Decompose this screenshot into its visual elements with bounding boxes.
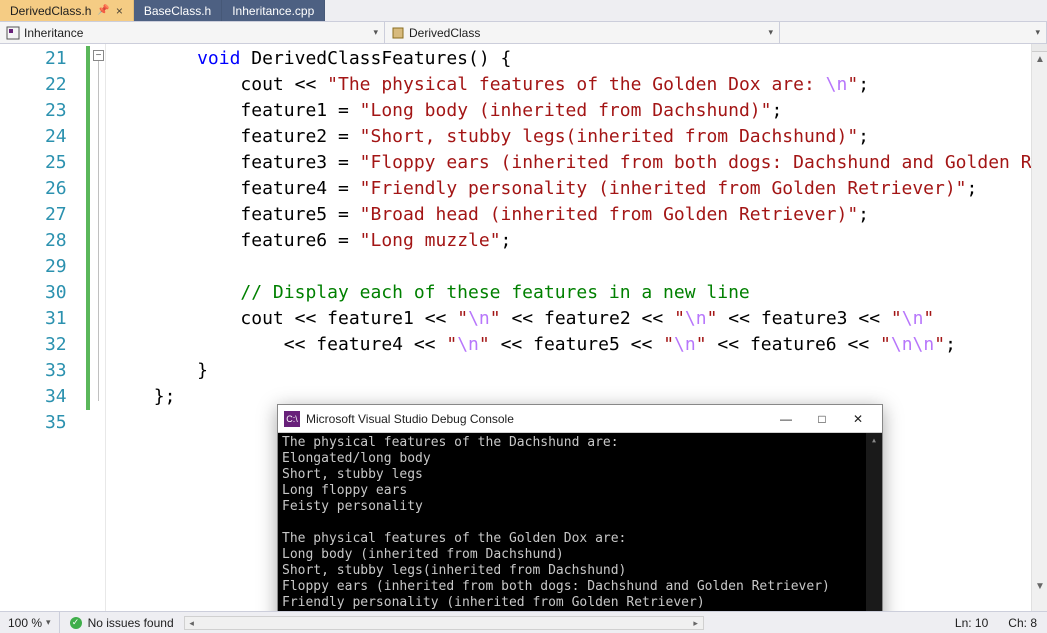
line-number: 25	[0, 150, 85, 176]
console-app-icon: C:\	[284, 411, 300, 427]
code-line[interactable]: feature2 = "Short, stubby legs(inherited…	[106, 124, 1047, 150]
maximize-button[interactable]: □	[804, 408, 840, 430]
change-marker	[86, 176, 90, 202]
line-number: 33	[0, 358, 85, 384]
outlining-guide	[98, 61, 99, 401]
tab-label: Inheritance.cpp	[232, 4, 314, 18]
scroll-left-icon[interactable]: ◂	[185, 617, 199, 629]
chevron-down-icon: ▾	[768, 27, 773, 38]
issues-indicator[interactable]: ✓ No issues found	[60, 616, 184, 630]
code-editor[interactable]: 212223242526272829303132333435 − void De…	[0, 44, 1047, 611]
code-line[interactable]: feature1 = "Long body (inherited from Da…	[106, 98, 1047, 124]
change-marker	[86, 410, 90, 436]
member-scope-dropdown[interactable]: ▾	[780, 22, 1047, 43]
change-marker	[86, 384, 90, 410]
code-line[interactable]: feature6 = "Long muzzle";	[106, 228, 1047, 254]
zoom-value: 100 %	[8, 616, 42, 630]
line-number: 22	[0, 72, 85, 98]
project-scope-dropdown[interactable]: Inheritance ▾	[0, 22, 385, 43]
close-button[interactable]: ✕	[840, 408, 876, 430]
line-number: 32	[0, 332, 85, 358]
change-marker	[86, 332, 90, 358]
console-text: The physical features of the Dachshund a…	[282, 435, 878, 611]
navigation-bar: Inheritance ▾ DerivedClass ▾ ▾	[0, 22, 1047, 44]
pin-icon[interactable]: 📌	[97, 5, 109, 16]
code-line[interactable]: void DerivedClassFeatures() {	[106, 46, 1047, 72]
change-marker	[86, 358, 90, 384]
code-line[interactable]: cout << feature1 << "\n" << feature2 << …	[106, 306, 1047, 332]
project-icon	[6, 26, 20, 40]
class-scope-dropdown[interactable]: DerivedClass ▾	[385, 22, 780, 43]
line-number: 26	[0, 176, 85, 202]
scroll-up-icon[interactable]: ▴	[866, 433, 882, 449]
tab-inheritance-cpp[interactable]: Inheritance.cpp	[222, 0, 325, 21]
tab-label: BaseClass.h	[144, 4, 211, 18]
console-scrollbar[interactable]: ▴ ▾	[866, 433, 882, 611]
change-marker	[86, 254, 90, 280]
tab-baseclass[interactable]: BaseClass.h	[134, 0, 222, 21]
change-marker	[86, 202, 90, 228]
caret-char[interactable]: Ch: 8	[998, 616, 1047, 630]
line-number: 28	[0, 228, 85, 254]
line-number: 30	[0, 280, 85, 306]
zoom-dropdown[interactable]: 100 % ▾	[0, 612, 60, 633]
chevron-down-icon: ▾	[46, 617, 51, 628]
class-name: DerivedClass	[409, 26, 480, 40]
scroll-right-icon[interactable]: ▸	[689, 617, 703, 629]
class-icon	[391, 26, 405, 40]
document-tab-strip: DerivedClass.h 📌 × BaseClass.h Inheritan…	[0, 0, 1047, 22]
chevron-down-icon: ▾	[373, 27, 378, 38]
change-marker	[86, 124, 90, 150]
line-number: 23	[0, 98, 85, 124]
caret-line[interactable]: Ln: 10	[945, 616, 998, 630]
chevron-down-icon: ▾	[1035, 27, 1040, 38]
change-marker	[86, 228, 90, 254]
debug-console-window[interactable]: C:\ Microsoft Visual Studio Debug Consol…	[277, 404, 883, 611]
code-line[interactable]: // Display each of these features in a n…	[106, 280, 1047, 306]
outlining-margin[interactable]: −	[90, 44, 106, 611]
change-marker	[86, 72, 90, 98]
collapse-toggle-icon[interactable]: −	[93, 50, 104, 61]
status-bar: 100 % ▾ ✓ No issues found ◂ ▸ Ln: 10 Ch:…	[0, 611, 1047, 633]
code-line[interactable]: << feature4 << "\n" << feature5 << "\n" …	[106, 332, 1047, 358]
console-title-text: Microsoft Visual Studio Debug Console	[306, 412, 514, 426]
tab-derivedclass[interactable]: DerivedClass.h 📌 ×	[0, 0, 134, 21]
code-line[interactable]: cout << "The physical features of the Go…	[106, 72, 1047, 98]
scroll-down-icon[interactable]: ▼	[1032, 579, 1047, 595]
scroll-up-icon[interactable]: ▲	[1032, 52, 1047, 68]
change-marker	[86, 150, 90, 176]
change-marker	[86, 280, 90, 306]
split-handle[interactable]	[1032, 44, 1047, 52]
check-icon: ✓	[70, 617, 82, 629]
code-line[interactable]: feature4 = "Friendly personality (inheri…	[106, 176, 1047, 202]
code-line[interactable]: feature5 = "Broad head (inherited from G…	[106, 202, 1047, 228]
code-line[interactable]: }	[106, 358, 1047, 384]
close-icon[interactable]: ×	[116, 4, 123, 18]
console-output[interactable]: The physical features of the Dachshund a…	[278, 433, 882, 611]
line-number: 24	[0, 124, 85, 150]
line-number: 35	[0, 410, 85, 436]
change-marker	[86, 46, 90, 72]
minimize-button[interactable]: —	[768, 408, 804, 430]
line-number: 21	[0, 46, 85, 72]
line-number: 31	[0, 306, 85, 332]
line-number-gutter: 212223242526272829303132333435	[0, 44, 85, 611]
code-line[interactable]: feature3 = "Floppy ears (inherited from …	[106, 150, 1047, 176]
project-name: Inheritance	[24, 26, 83, 40]
editor-vertical-scrollbar[interactable]: ▲ ▼	[1031, 44, 1047, 611]
change-marker	[86, 98, 90, 124]
line-number: 34	[0, 384, 85, 410]
change-marker	[86, 306, 90, 332]
line-number: 27	[0, 202, 85, 228]
tab-label: DerivedClass.h	[10, 4, 91, 18]
issues-text: No issues found	[88, 616, 174, 630]
code-line[interactable]	[106, 254, 1047, 280]
line-number: 29	[0, 254, 85, 280]
console-title-bar[interactable]: C:\ Microsoft Visual Studio Debug Consol…	[278, 405, 882, 433]
editor-horizontal-scrollbar[interactable]: ◂ ▸	[184, 616, 704, 630]
